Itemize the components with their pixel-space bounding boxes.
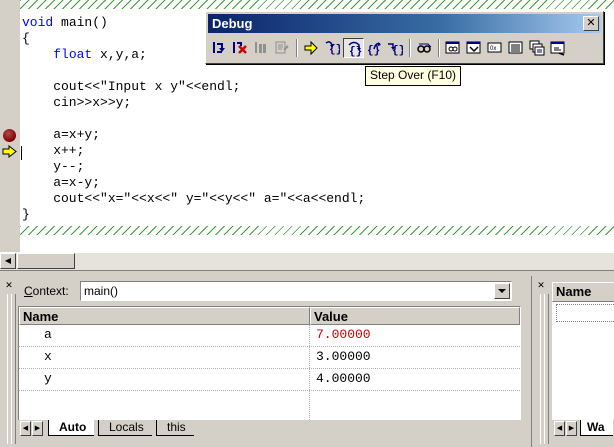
toolbar-separator bbox=[296, 39, 298, 57]
step-into-icon: {} bbox=[325, 41, 340, 56]
code-line: void main() bbox=[22, 15, 108, 30]
tab-locals[interactable]: Locals bbox=[98, 420, 152, 436]
code-line-current: x++; bbox=[22, 143, 85, 158]
restart-icon bbox=[213, 42, 225, 53]
variables-tab-strip[interactable]: ◀ ▶ Auto Locals this bbox=[18, 420, 521, 438]
call-stack-window-icon bbox=[529, 40, 545, 56]
variable-name: x bbox=[44, 349, 52, 364]
chevron-down-icon bbox=[498, 289, 506, 293]
code-line: cout<<"Input x y"<<endl; bbox=[22, 79, 241, 94]
disassembly-window-icon bbox=[550, 41, 565, 56]
stop-debugging-icon bbox=[233, 42, 247, 54]
variable-value[interactable]: 3.00000 bbox=[316, 349, 371, 364]
svg-text:{}: {} bbox=[367, 45, 380, 56]
svg-text:{}: {} bbox=[349, 46, 362, 57]
code-line: float x,y,a; bbox=[53, 47, 147, 62]
debug-toolbar[interactable]: Debug ✕ {{} {} {0x bbox=[205, 11, 604, 64]
dock-grip[interactable] bbox=[11, 294, 16, 444]
new-watch-entry[interactable] bbox=[556, 304, 614, 322]
debug-toolbar-titlebar[interactable]: Debug ✕ bbox=[208, 14, 601, 33]
code-line: a=x-y; bbox=[22, 175, 101, 190]
watch-window[interactable]: ✕ Name ◀ ▶ Wa bbox=[531, 276, 614, 447]
break-execution-icon bbox=[255, 42, 266, 53]
code-line: cout<<"x="<<x<<" y="<<y<<" a="<<a<<endl; bbox=[22, 191, 366, 206]
table-row[interactable]: a 7.00000 bbox=[19, 325, 520, 347]
step-out-button[interactable]: {} bbox=[364, 38, 385, 58]
svg-text:0x: 0x bbox=[490, 46, 496, 52]
registers-window-button[interactable]: 0x bbox=[485, 38, 506, 58]
editor-horizontal-scrollbar[interactable]: ◀ bbox=[0, 252, 614, 270]
debug-toolbar-title: Debug bbox=[212, 16, 253, 31]
quickwatch-button[interactable] bbox=[414, 38, 435, 58]
context-dropdown[interactable]: main() bbox=[80, 281, 512, 301]
show-next-statement-icon bbox=[304, 40, 318, 56]
memory-window-button[interactable] bbox=[506, 38, 527, 58]
watch-window-button[interactable] bbox=[443, 38, 464, 58]
scrollbar-thumb[interactable] bbox=[17, 253, 75, 269]
step-into-button[interactable]: {} bbox=[322, 38, 343, 58]
run-to-cursor-icon: {} bbox=[388, 43, 403, 56]
scroll-left-button[interactable]: ◀ bbox=[0, 253, 16, 269]
code-line-breakpoint: a=x+y; bbox=[22, 127, 101, 142]
code-line: } bbox=[22, 207, 30, 222]
tab-scroll-left-button[interactable]: ◀ bbox=[554, 421, 565, 436]
tab-this[interactable]: this bbox=[156, 420, 194, 436]
watch-grid[interactable] bbox=[552, 302, 614, 422]
tab-watch[interactable]: Wa bbox=[580, 420, 613, 436]
step-over-icon: {} bbox=[348, 41, 362, 57]
code-line: { bbox=[22, 31, 30, 46]
registers-window-icon: 0x bbox=[487, 42, 502, 53]
variable-name: y bbox=[44, 371, 52, 386]
column-header-name[interactable]: Name bbox=[19, 307, 310, 325]
stop-debugging-button[interactable] bbox=[230, 38, 251, 58]
dock-grip[interactable] bbox=[544, 294, 549, 444]
break-execution-button[interactable] bbox=[251, 38, 272, 58]
variables-grid[interactable]: Name Value a 7.00000 x 3.00000 y 4.00000 bbox=[18, 306, 521, 437]
variables-window-button[interactable] bbox=[464, 38, 485, 58]
editor-gutter[interactable] bbox=[0, 0, 20, 252]
variables-window[interactable]: ✕ Context: main() Name Value a 7.00000 x… bbox=[0, 276, 527, 447]
show-next-statement-button[interactable] bbox=[301, 38, 322, 58]
context-value: main() bbox=[84, 284, 119, 298]
apply-code-changes-button[interactable] bbox=[272, 38, 293, 58]
tab-scroll-right-button[interactable]: ▶ bbox=[32, 421, 43, 436]
quickwatch-icon bbox=[417, 43, 432, 53]
close-icon[interactable]: ✕ bbox=[536, 280, 546, 290]
tooltip-step-over: Step Over (F10) bbox=[365, 66, 462, 86]
apply-code-changes-icon bbox=[275, 41, 289, 54]
table-row[interactable]: y 4.00000 bbox=[19, 369, 520, 391]
variable-name: a bbox=[44, 327, 52, 342]
toolbar-separator bbox=[438, 39, 440, 57]
close-icon[interactable]: ✕ bbox=[4, 280, 14, 290]
restart-button[interactable] bbox=[209, 38, 230, 58]
section-separator-top bbox=[20, 0, 614, 9]
call-stack-window-button[interactable] bbox=[527, 38, 548, 58]
code-line: y--; bbox=[22, 159, 85, 174]
table-row[interactable]: x 3.00000 bbox=[19, 347, 520, 369]
section-separator-bottom bbox=[20, 226, 614, 235]
context-label: Context: bbox=[24, 284, 69, 298]
code-line: cin>>x>>y; bbox=[22, 95, 132, 110]
text-caret bbox=[21, 146, 22, 160]
variables-window-icon bbox=[466, 41, 481, 54]
variable-value[interactable]: 7.00000 bbox=[316, 327, 371, 342]
run-to-cursor-button[interactable]: {} bbox=[385, 38, 406, 58]
tab-auto[interactable]: Auto bbox=[48, 420, 95, 436]
column-header-name[interactable]: Name bbox=[552, 282, 614, 302]
step-out-icon: {} bbox=[367, 42, 381, 56]
memory-window-icon bbox=[508, 41, 523, 54]
column-header-value[interactable]: Value bbox=[310, 307, 520, 325]
current-statement-arrow-icon bbox=[2, 145, 17, 158]
variable-value[interactable]: 4.00000 bbox=[316, 371, 371, 386]
tab-scroll-right-button[interactable]: ▶ bbox=[566, 421, 577, 436]
dropdown-button[interactable] bbox=[494, 283, 510, 299]
breakpoint-icon[interactable] bbox=[3, 129, 16, 142]
watch-window-icon bbox=[445, 41, 460, 54]
watch-tab-strip[interactable]: ◀ ▶ Wa bbox=[552, 420, 614, 438]
disassembly-window-button[interactable] bbox=[548, 38, 569, 58]
tab-scroll-left-button[interactable]: ◀ bbox=[20, 421, 31, 436]
step-over-button[interactable]: {} bbox=[343, 38, 364, 58]
close-button[interactable]: ✕ bbox=[583, 16, 599, 31]
toolbar-separator bbox=[409, 39, 411, 57]
